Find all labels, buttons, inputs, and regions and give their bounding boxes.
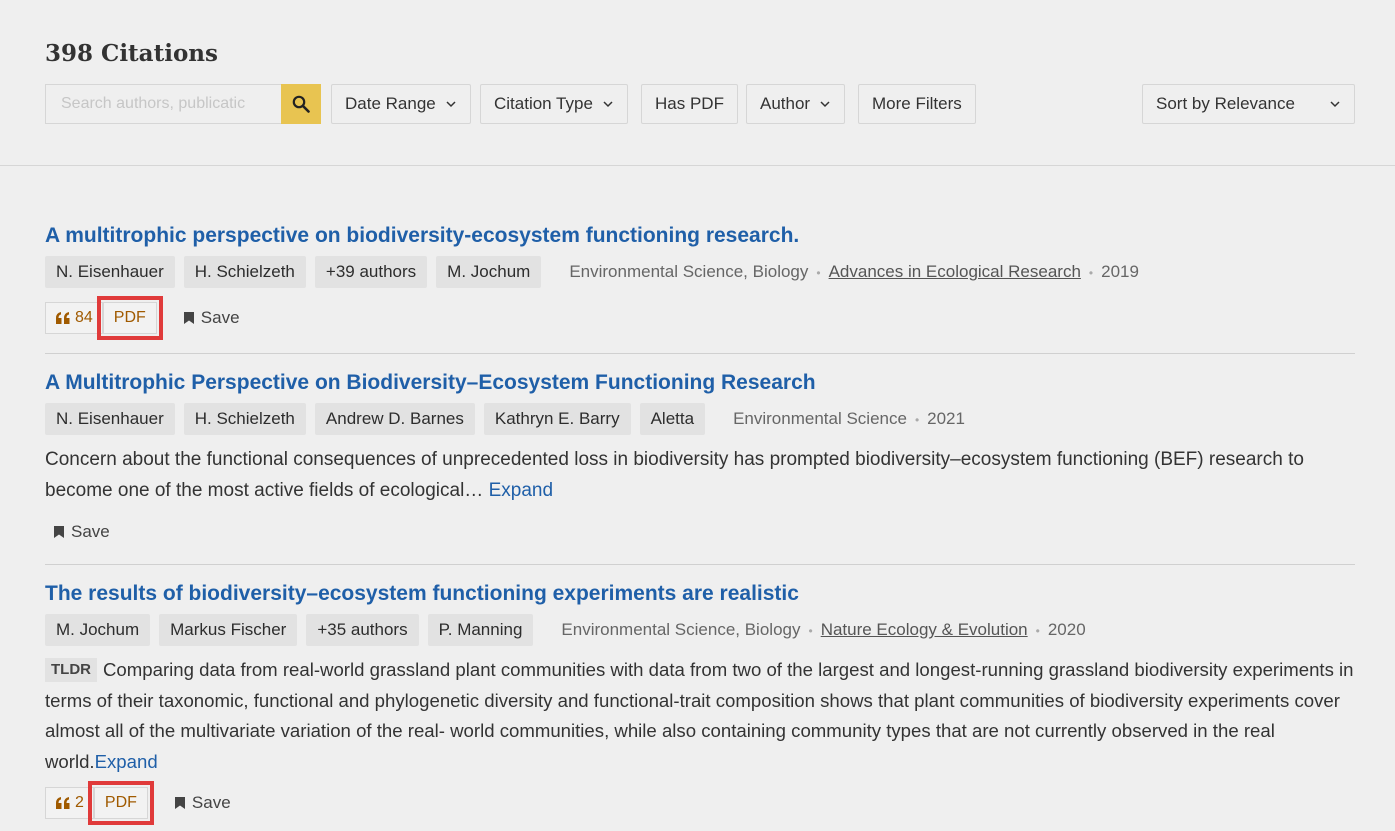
sort-label: Sort by Relevance bbox=[1156, 94, 1295, 113]
author-filter[interactable]: Author bbox=[746, 84, 846, 124]
result-meta: N. Eisenhauer H. Schielzeth +39 authors … bbox=[45, 256, 1355, 288]
pub-year: 2019 bbox=[1101, 262, 1139, 281]
abstract: TLDR Comparing data from real-world grass… bbox=[45, 655, 1355, 777]
citation-count: 84 bbox=[75, 309, 93, 326]
abstract-text: Comparing data from real-world grassland… bbox=[45, 659, 1354, 772]
more-filters-label: More Filters bbox=[872, 94, 962, 113]
fields-of-study: Environmental Science, Biology bbox=[561, 620, 801, 639]
citation-result: A multitrophic perspective on biodiversi… bbox=[45, 224, 1355, 340]
result-title[interactable]: The results of biodiversity–ecosystem fu… bbox=[45, 582, 1355, 606]
venue-link[interactable]: Nature Ecology & Evolution bbox=[821, 620, 1028, 639]
chevron-down-icon bbox=[446, 101, 456, 108]
author-chip[interactable]: +35 authors bbox=[306, 614, 419, 646]
filter-bar: Date Range Citation Type Has PDF Author … bbox=[45, 84, 1355, 124]
citation-result: The results of biodiversity–ecosystem fu… bbox=[45, 582, 1355, 825]
author-chip[interactable]: H. Schielzeth bbox=[183, 256, 306, 288]
venue-link[interactable]: Advances in Ecological Research bbox=[829, 262, 1081, 281]
author-chip[interactable]: Aletta bbox=[639, 403, 706, 435]
meta-info: Environmental Science • 2021 bbox=[733, 409, 965, 429]
search-button[interactable] bbox=[281, 84, 321, 124]
citation-count-button[interactable]: 84 bbox=[45, 302, 103, 334]
has-pdf-filter[interactable]: Has PDF bbox=[641, 84, 738, 124]
date-range-filter[interactable]: Date Range bbox=[331, 84, 471, 124]
chevron-down-icon bbox=[1330, 101, 1340, 108]
expand-link[interactable]: Expand bbox=[489, 480, 553, 501]
citation-result: A Multitrophic Perspective on Biodiversi… bbox=[45, 371, 1355, 548]
bookmark-icon bbox=[174, 797, 185, 809]
author-chip[interactable]: Kathryn E. Barry bbox=[483, 403, 631, 435]
author-chip[interactable]: P. Manning bbox=[427, 614, 534, 646]
result-actions: Save bbox=[45, 516, 1355, 548]
author-chip[interactable]: N. Eisenhauer bbox=[45, 403, 175, 435]
quote-icon bbox=[56, 797, 70, 809]
page-title: 398 Citations bbox=[45, 40, 218, 67]
citation-type-filter[interactable]: Citation Type bbox=[480, 84, 628, 124]
more-filters-button[interactable]: More Filters bbox=[858, 84, 976, 124]
citation-count-button[interactable]: 2 bbox=[45, 787, 94, 819]
pub-year: 2021 bbox=[927, 409, 965, 428]
chevron-down-icon bbox=[820, 101, 830, 108]
chevron-down-icon bbox=[603, 101, 613, 108]
pdf-button[interactable]: PDF bbox=[87, 781, 154, 825]
citation-type-label: Citation Type bbox=[494, 94, 593, 113]
result-meta: M. Jochum Markus Fischer +35 authors P. … bbox=[45, 614, 1355, 646]
tldr-badge: TLDR bbox=[45, 658, 97, 682]
save-button[interactable]: Save bbox=[174, 793, 231, 813]
author-chip[interactable]: +39 authors bbox=[314, 256, 428, 288]
dot-separator: • bbox=[1088, 266, 1094, 280]
abstract-text: Concern about the functional consequence… bbox=[45, 449, 1304, 501]
dot-separator: • bbox=[808, 624, 813, 638]
save-label: Save bbox=[71, 522, 110, 541]
bookmark-icon bbox=[54, 526, 64, 538]
author-filter-label: Author bbox=[760, 94, 811, 113]
fields-of-study: Environmental Science, Biology bbox=[569, 262, 809, 281]
pdf-button[interactable]: PDF bbox=[96, 296, 163, 340]
dot-separator: • bbox=[914, 413, 920, 427]
sort-select[interactable]: Sort by Relevance bbox=[1142, 84, 1355, 124]
header-divider bbox=[0, 165, 1395, 166]
save-button[interactable]: Save bbox=[53, 522, 110, 542]
pub-year: 2020 bbox=[1047, 620, 1086, 639]
author-chip[interactable]: Andrew D. Barnes bbox=[314, 403, 475, 435]
result-divider bbox=[45, 564, 1355, 565]
search-box bbox=[45, 84, 321, 124]
meta-info: Environmental Science, Biology • Nature Ec… bbox=[561, 620, 1085, 640]
author-chip[interactable]: N. Eisenhauer bbox=[45, 256, 175, 288]
author-chip[interactable]: Markus Fischer bbox=[159, 614, 298, 646]
abstract: Concern about the functional consequence… bbox=[45, 444, 1355, 506]
author-chip[interactable]: H. Schielzeth bbox=[183, 403, 306, 435]
date-range-label: Date Range bbox=[345, 94, 436, 113]
save-label: Save bbox=[191, 793, 231, 812]
result-title[interactable]: A multitrophic perspective on biodiversi… bbox=[45, 224, 1355, 248]
result-title[interactable]: A Multitrophic Perspective on Biodiversi… bbox=[45, 371, 1355, 395]
search-input[interactable] bbox=[45, 84, 281, 124]
bookmark-icon bbox=[183, 312, 194, 324]
dot-separator: • bbox=[1035, 624, 1040, 638]
result-divider bbox=[45, 353, 1355, 354]
save-button[interactable]: Save bbox=[183, 308, 240, 328]
search-icon bbox=[292, 95, 310, 113]
fields-of-study: Environmental Science bbox=[733, 409, 907, 428]
author-chip[interactable]: M. Jochum bbox=[45, 614, 151, 646]
has-pdf-label: Has PDF bbox=[655, 94, 724, 113]
result-actions: 84 PDF Save bbox=[45, 296, 1355, 340]
expand-link[interactable]: Expand bbox=[95, 751, 158, 772]
result-meta: N. Eisenhauer H. Schielzeth Andrew D. Ba… bbox=[45, 403, 1355, 435]
dot-separator: • bbox=[816, 266, 821, 280]
citation-count: 2 bbox=[75, 794, 84, 811]
save-label: Save bbox=[200, 308, 240, 327]
result-actions: 2 PDF Save bbox=[45, 781, 1355, 825]
author-chip[interactable]: M. Jochum bbox=[436, 256, 542, 288]
meta-info: Environmental Science, Biology • Advances … bbox=[569, 262, 1139, 282]
quote-icon bbox=[56, 312, 70, 324]
